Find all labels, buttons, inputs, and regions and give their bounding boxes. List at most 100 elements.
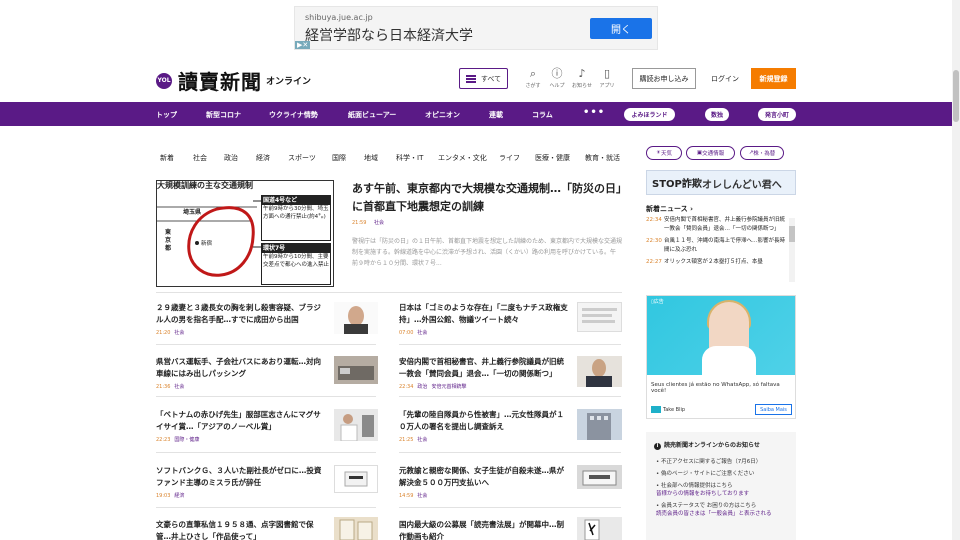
article-item[interactable]: ソフトバンクＧ、３人いた副社長がゼロに…投資ファンド主導のミスラ氏が辞任 19:… [156,465,328,499]
nav-pill-komachi[interactable]: 発言小町 [758,108,796,121]
notifications-button[interactable]: ♪ お知らせ [568,68,596,90]
article-thumbnail[interactable] [334,409,378,442]
ad-more-button[interactable]: Saiba Mais [755,404,792,415]
subnav-international[interactable]: 国際 [332,153,346,163]
article-category[interactable]: 社会 [174,384,184,390]
article-title[interactable]: ２９歳妻と３歳長女の胸を刺し殺害容疑、ブラジル人の男を指名手配…すでに成田から出… [156,302,328,326]
notice-sub[interactable]: 皆様からの情報をお待ちしております [656,491,749,497]
nav-column[interactable]: コラム [532,110,553,120]
article-thumbnail[interactable] [334,356,378,384]
article-thumbnail[interactable] [577,465,622,489]
article-thumbnail[interactable] [334,465,378,493]
nav-more-button[interactable]: ••• [583,107,605,118]
article-item[interactable]: 文豪らの直筆私信１９５８通、点字図書館で保管…井上ひさし「作品使って」 [156,519,328,540]
article-title[interactable]: 「先輩の陸自隊員から性被害」…元女性隊員が１０万人の署名を提出し調査訴え [399,409,571,433]
article-title[interactable]: ソフトバンクＧ、３人いた副社長がゼロに…投資ファンド主導のミスラ氏が辞任 [156,465,328,489]
notice-item[interactable]: • 不正アクセスに関するご報告（7月6日） [656,458,792,466]
featured-body[interactable]: 警視庁は「防災の日」の１日午前、首都直下地震を想定した訓練のため、東京都内で大規… [352,236,622,269]
nav-ukraine[interactable]: ウクライナ情勢 [269,110,318,120]
article-item[interactable]: 安倍内閣で首相秘書官、井上義行参院議員が旧統一教会「賛同会員」退会…「一切の関係… [399,356,571,390]
article-title[interactable]: 国内最大級の公募展「読売書法展」が開幕中…制作動画も紹介 [399,519,571,540]
top-ad-banner[interactable]: shibuya.jue.ac.jp 経営学部なら日本経済大学 開く ▶✕ [294,6,658,50]
featured-title[interactable]: あす午前、東京都内で大規模な交通規制…「防災の日」に首都直下地震想定の訓練 [352,180,622,216]
stop-fraud-banner[interactable]: STOP詐欺 オレしんどい君へ [646,170,796,195]
article-tag[interactable]: 安倍元首相銃撃 [431,384,466,390]
latest-news-heading[interactable]: 新着ニュース › [646,204,693,214]
stocks-pill[interactable]: ↗ 株・為替 [740,146,784,160]
article-item[interactable]: ２９歳妻と３歳長女の胸を刺し殺害容疑、ブラジル人の男を指名手配…すでに成田から出… [156,302,328,336]
featured-map-graphic[interactable]: 大規模訓練の主な交通規制 埼玉県 東京都 新宿 国道4号など 午前9時から30分… [156,180,334,287]
article-category[interactable]: 政治 [417,384,427,390]
subnav-health[interactable]: 医療・健康 [535,153,570,163]
article-item[interactable]: 元教諭と親密な関係、女子生徒が自殺未遂…県が解決金５００万円支払いへ 14:59… [399,465,571,499]
nav-pill-sudoku[interactable]: 数独 [705,108,729,121]
weather-pill[interactable]: ☀ 天気 [646,146,682,160]
article-title[interactable]: 県営バス運転手、子会社バスにあおり運転…対向車線にはみ出しパッシング [156,356,328,380]
article-thumbnail[interactable] [577,517,622,540]
notice-item[interactable]: • 偽のページ・サイトにご注意ください [656,470,792,478]
nav-series[interactable]: 連載 [489,110,503,120]
subnav-education[interactable]: 教育・就活 [585,153,620,163]
sidebar-ad[interactable]: ▯広告 Seus clientes já estão no WhatsApp, … [646,295,796,419]
page-scrollbar[interactable] [952,0,960,540]
help-button[interactable]: ⓘ ヘルプ [543,68,571,90]
traffic-pill[interactable]: ▣ 交通情報 [686,146,735,160]
featured-category[interactable]: 社会 [374,220,384,226]
notice-sub[interactable]: 読売会員の皆さまは「一般会員」と表示される [656,511,772,517]
article-category[interactable]: 社会 [417,330,427,336]
article-item[interactable]: 日本は「ゴミのような存在」「二度もナチス政権支持」…外国公館、物議ツイート続々 … [399,302,571,336]
subnav-sports[interactable]: スポーツ [288,153,316,163]
article-category[interactable]: 社会 [174,330,184,336]
article-thumbnail[interactable] [577,302,622,332]
nav-pill-yomiho[interactable]: よみほランド [624,108,675,121]
article-category[interactable]: 国際・健康 [174,437,199,443]
latest-news-item[interactable]: 22:34 安倍内閣で首相秘書官、井上義行参院議員が旧統一教会「賛同会員」退会…「… [646,216,796,234]
article-title[interactable]: 文豪らの直筆私信１９５８通、点字図書館で保管…井上ひさし「作品使って」 [156,519,328,540]
scrollbar-thumb[interactable] [789,226,795,242]
latest-news-item[interactable]: 22:30 台風１１号、沖縄の南海上で停滞へ…影響が長時間に及ぶ恐れ [646,237,796,255]
subnav-entertainment[interactable]: エンタメ・文化 [438,153,487,163]
notice-item[interactable]: • 会員ステータスで お困りの方はこちら 読売会員の皆さまは「一般会員」と表示され… [656,502,792,518]
register-button[interactable]: 新規登録 [751,68,796,89]
article-item[interactable]: 県営バス運転手、子会社バスにあおり運転…対向車線にはみ出しパッシング 21:36… [156,356,328,390]
article-category[interactable]: 社会 [417,493,427,499]
site-logo[interactable]: YOL 讀賣新聞 オンライン [156,66,311,95]
subnav-new[interactable]: 新着 [160,153,174,163]
adchoices-icon[interactable]: ▶✕ [295,41,311,49]
page-scrollbar-thumb[interactable] [953,70,959,122]
app-button[interactable]: ▯ アプリ [593,68,621,90]
subnav-science[interactable]: 科学・IT [396,153,423,163]
article-item[interactable]: 国内最大級の公募展「読売書法展」が開幕中…制作動画も紹介 [399,519,571,540]
article-title[interactable]: 「ベトナムの赤ひげ先生」服部匡志さんにマグサイサイ賞…「アジアのノーベル賞」 [156,409,328,433]
latest-news-item[interactable]: 22:27 オリックス頓宮が２本塁打５打点、本塁 [646,258,796,267]
subnav-politics[interactable]: 政治 [224,153,238,163]
article-thumbnail[interactable] [577,356,622,387]
login-link[interactable]: ログイン [711,74,739,84]
news-text[interactable]: 安倍内閣で首相秘書官、井上義行参院議員が旧統一教会「賛同会員」退会…「一切の関係… [664,216,786,234]
notice-item[interactable]: • 社会部への情報提供はこちら 皆様からの情報をお待ちしております [656,482,792,498]
nav-covid[interactable]: 新型コロナ [206,110,241,120]
news-scrollbar[interactable] [789,218,795,282]
ad-open-button[interactable]: 開く [590,18,652,39]
article-category[interactable]: 経済 [174,493,184,499]
subnav-society[interactable]: 社会 [193,153,207,163]
news-text[interactable]: オリックス頓宮が２本塁打５打点、本塁 [664,258,786,267]
article-title[interactable]: 安倍内閣で首相秘書官、井上義行参院議員が旧統一教会「賛同会員」退会…「一切の関係… [399,356,571,380]
article-category[interactable]: 社会 [417,437,427,443]
subscribe-button[interactable]: 購読お申し込み [632,68,696,89]
article-item[interactable]: 「先輩の陸自隊員から性被害」…元女性隊員が１０万人の署名を提出し調査訴え 21:… [399,409,571,443]
nav-opinion[interactable]: オピニオン [425,110,460,120]
article-item[interactable]: 「ベトナムの赤ひげ先生」服部匡志さんにマグサイサイ賞…「アジアのノーベル賞」 2… [156,409,328,443]
subnav-economy[interactable]: 経済 [256,153,270,163]
nav-top[interactable]: トップ [156,110,177,120]
article-title[interactable]: 元教諭と親密な関係、女子生徒が自殺未遂…県が解決金５００万円支払いへ [399,465,571,489]
subnav-region[interactable]: 地域 [364,153,378,163]
menu-button[interactable]: すべて [459,68,508,89]
news-text[interactable]: 台風１１号、沖縄の南海上で停滞へ…影響が長時間に及ぶ恐れ [664,237,786,255]
article-thumbnail[interactable] [334,517,378,540]
article-thumbnail[interactable] [334,302,378,334]
article-thumbnail[interactable] [577,409,622,440]
article-title[interactable]: 日本は「ゴミのような存在」「二度もナチス政権支持」…外国公館、物議ツイート続々 [399,302,571,326]
nav-viewer[interactable]: 紙面ビューアー [348,110,396,120]
ad-headline[interactable]: 経営学部なら日本経済大学 [305,25,473,45]
